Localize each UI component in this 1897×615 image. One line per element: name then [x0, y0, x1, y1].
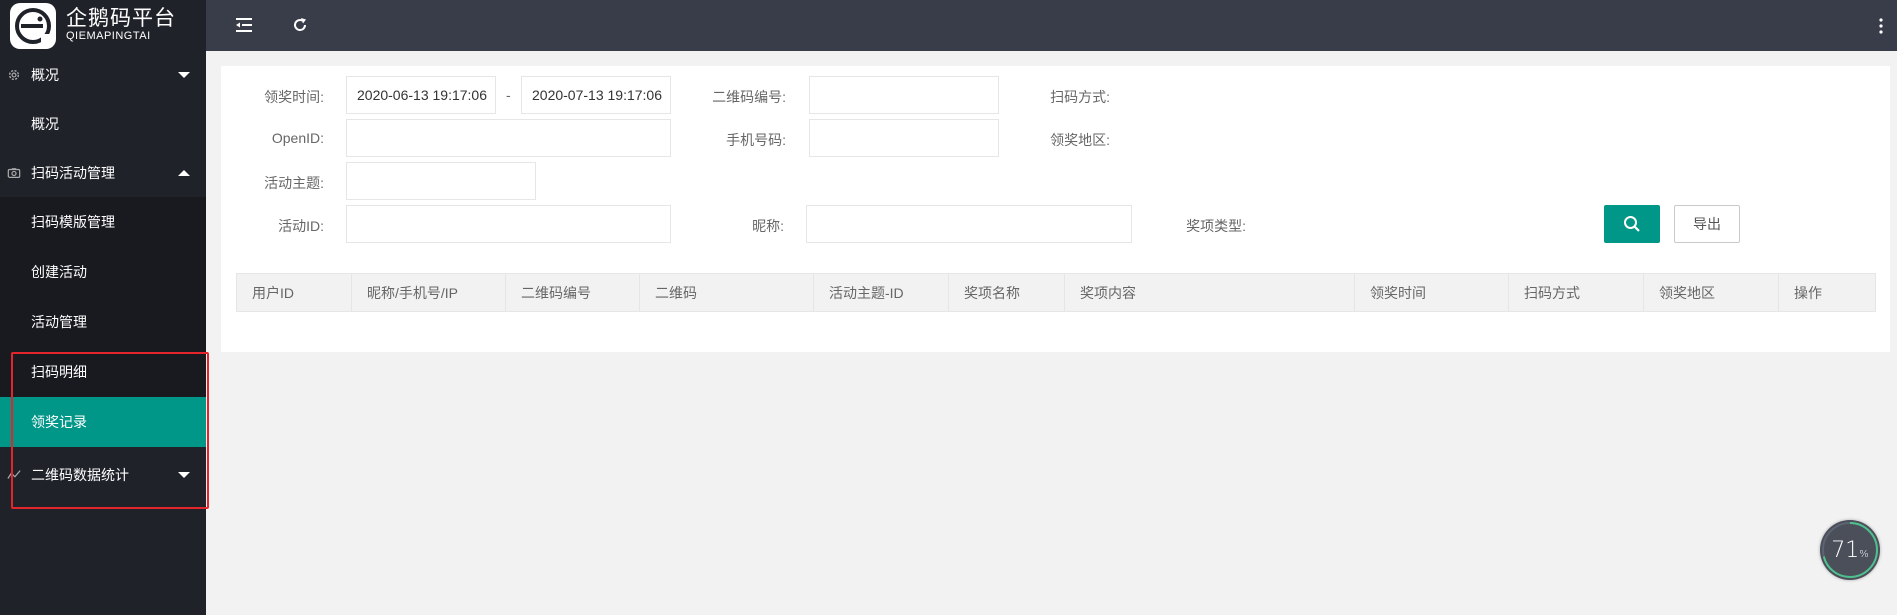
- nickname-input[interactable]: [806, 205, 1132, 243]
- nav-group-overview[interactable]: 概况: [0, 51, 206, 99]
- search-button[interactable]: [1604, 205, 1660, 243]
- search-icon: [1624, 216, 1640, 232]
- sidebar-item-label: 概况: [31, 116, 59, 132]
- sidebar-item-label: 创建活动: [31, 264, 87, 280]
- more-vertical-icon[interactable]: [1879, 18, 1883, 34]
- qrcode-no-input[interactable]: [809, 76, 999, 114]
- sidebar-item-overview[interactable]: 概况: [0, 99, 206, 149]
- gear-icon: [8, 69, 20, 81]
- prize-type-label: 奖项类型:: [1186, 218, 1246, 234]
- table-header-cell: 领奖时间: [1355, 274, 1509, 311]
- activity-id-label: 活动ID:: [278, 218, 324, 234]
- table-header-cell: 领奖地区: [1644, 274, 1779, 311]
- sidebar-item-scan-template[interactable]: 扫码模版管理: [0, 197, 206, 247]
- chevron-up-icon: [178, 170, 190, 176]
- table-header-cell: 奖项名称: [949, 274, 1065, 311]
- table-header-cell: 二维码编号: [506, 274, 640, 311]
- sidebar-item-label: 领奖记录: [31, 414, 87, 430]
- chevron-down-icon: [178, 72, 190, 78]
- nav-group-label: 二维码数据统计: [31, 467, 129, 483]
- topbar: [206, 0, 1897, 51]
- openid-input[interactable]: [346, 119, 671, 157]
- table-header-cell: 操作: [1794, 284, 1822, 301]
- brand-name-cn: 企鹅码平台: [66, 7, 176, 30]
- menu-fold-button[interactable]: [234, 15, 254, 35]
- date-range-separator: -: [506, 87, 511, 103]
- table-header-cell: 二维码: [640, 274, 814, 311]
- award-time-end-input[interactable]: 2020-07-13 19:17:06: [521, 76, 671, 114]
- activity-id-input[interactable]: [346, 205, 671, 243]
- qrcode-no-label: 二维码编号:: [712, 89, 786, 105]
- sidebar-item-award-record[interactable]: 领奖记录: [0, 397, 206, 447]
- sidebar-item-label: 活动管理: [31, 314, 87, 330]
- refresh-icon: [294, 18, 307, 31]
- sidebar-item-activity-manage[interactable]: 活动管理: [0, 297, 206, 347]
- export-button[interactable]: 导出: [1674, 205, 1740, 243]
- openid-label: OpenID:: [271, 130, 324, 146]
- progress-unit: %: [1859, 548, 1869, 560]
- brand-logo-icon: [10, 2, 56, 49]
- table-header: 用户ID 昵称/手机号/IP 二维码编号 二维码 活动主题-ID 奖项名称 奖项…: [236, 273, 1876, 312]
- sidebar-item-scan-detail[interactable]: 扫码明细: [0, 347, 206, 397]
- phone-input[interactable]: [809, 119, 999, 157]
- progress-value: 71: [1831, 537, 1860, 563]
- award-time-start-input[interactable]: 2020-06-13 19:17:06: [346, 76, 496, 114]
- nav-group-label: 扫码活动管理: [31, 165, 115, 181]
- brand-name-en: QIEMAPINGTAI: [66, 30, 151, 42]
- chevron-down-icon: [178, 472, 190, 478]
- sidebar-item-label: 扫码明细: [31, 364, 87, 380]
- sidebar-item-create-activity[interactable]: 创建活动: [0, 247, 206, 297]
- chart-icon: [7, 470, 21, 479]
- camera-icon: [7, 168, 21, 178]
- table-header-cell: 用户ID: [237, 274, 352, 311]
- sidebar: 企鹅码平台 QIEMAPINGTAI 概况 概况 扫码活动管理 扫码模版管理 创…: [0, 0, 206, 615]
- refresh-button[interactable]: [290, 15, 310, 35]
- nav-group-scan-activity[interactable]: 扫码活动管理: [0, 149, 206, 197]
- award-region-label: 领奖地区:: [1050, 132, 1110, 148]
- table-header-cell: 活动主题-ID: [814, 274, 949, 311]
- nav-group-label: 概况: [31, 67, 59, 83]
- table-header-cell: 扫码方式: [1509, 274, 1644, 311]
- theme-input[interactable]: [346, 162, 536, 200]
- nav-group-qrcode-stats[interactable]: 二维码数据统计: [0, 447, 206, 503]
- menu-fold-icon: [236, 18, 252, 32]
- progress-widget[interactable]: 71%: [1820, 520, 1880, 580]
- table-header-cell: 昵称/手机号/IP: [352, 274, 506, 311]
- award-time-label: 领奖时间:: [264, 89, 324, 105]
- theme-label: 活动主题:: [264, 175, 324, 191]
- table-header-cell: 奖项内容: [1065, 274, 1355, 311]
- scan-mode-label: 扫码方式:: [1050, 89, 1110, 105]
- phone-label: 手机号码:: [726, 132, 786, 148]
- nickname-label: 昵称:: [752, 218, 784, 234]
- brand-logo[interactable]: 企鹅码平台 QIEMAPINGTAI: [0, 0, 206, 51]
- sidebar-item-label: 扫码模版管理: [31, 214, 115, 230]
